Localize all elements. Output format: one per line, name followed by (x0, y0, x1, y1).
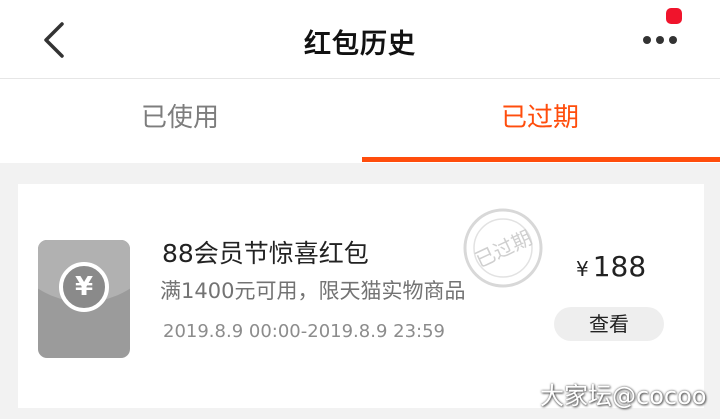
active-tab-indicator (362, 157, 720, 162)
expired-stamp: 已过期 (463, 208, 543, 288)
currency-symbol: ¥ (576, 257, 589, 281)
top-navigation-bar: 红包历史 (0, 0, 720, 79)
validity-period: 2019.8.9 00:00-2019.8.9 23:59 (163, 321, 445, 342)
red-packet-condition: 满1400元可用，限天猫实物商品 (160, 279, 466, 303)
red-packet-icon: ¥ (38, 240, 130, 358)
view-button[interactable]: 查看 (554, 307, 664, 341)
notification-badge (666, 8, 682, 24)
yuan-icon: ¥ (59, 262, 109, 312)
amount-value: 188 (592, 250, 647, 283)
tab-expired[interactable]: 已过期 (360, 79, 720, 163)
more-options-icon[interactable] (640, 24, 680, 54)
amount: ¥188 (576, 250, 646, 283)
watermark: 大家坛@cocoo (540, 382, 707, 410)
page-title: 红包历史 (304, 29, 416, 60)
red-packet-title: 88会员节惊喜红包 (162, 239, 369, 268)
tab-bar: 已使用 已过期 (0, 79, 720, 163)
tab-used[interactable]: 已使用 (0, 79, 360, 163)
red-packet-card: ¥ 88会员节惊喜红包 满1400元可用，限天猫实物商品 2019.8.9 00… (18, 184, 704, 408)
